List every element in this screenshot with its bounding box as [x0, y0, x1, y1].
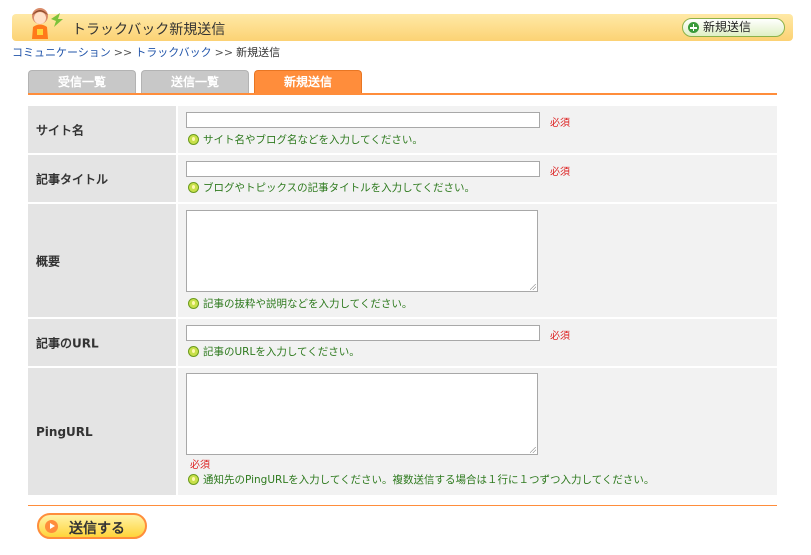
ping-url-label: PingURL [28, 368, 176, 495]
ping-url-hint: 通知先のPingURLを入力してください。複数送信する場合は１行に１つずつ入力し… [188, 472, 654, 487]
required-badge: 必須 [190, 460, 210, 471]
tab-new-send[interactable]: 新規送信 [254, 70, 362, 94]
article-title-label: 記事タイトル [28, 155, 176, 202]
article-url-hint: 記事のURLを入力してください。 [188, 344, 360, 359]
required-badge: 必須 [550, 118, 570, 129]
summary-hint: 記事の抜粋や説明などを入力してください。 [188, 296, 412, 311]
new-send-button-label: 新規送信 [703, 20, 752, 34]
breadcrumb-current: 新規送信 [236, 46, 281, 59]
tab-received-list[interactable]: 受信一覧 [28, 70, 136, 94]
breadcrumb-communication[interactable]: コミュニケーション [12, 46, 111, 59]
form-row-article-title: 記事タイトル 必須 ブログやトピックスの記事タイトルを入力してください。 [28, 155, 777, 202]
site-name-input[interactable] [186, 112, 540, 128]
breadcrumb-trackback[interactable]: トラックバック [135, 46, 211, 59]
tab-divider [28, 93, 777, 95]
site-name-label: サイト名 [28, 106, 176, 153]
page-header: トラックバック新規送信 新規送信 [12, 8, 793, 41]
summary-label: 概要 [28, 204, 176, 317]
article-url-label: 記事のURL [28, 319, 176, 366]
article-title-input[interactable] [186, 161, 540, 177]
lightbulb-icon [188, 182, 199, 193]
form-bottom-divider [28, 505, 777, 506]
breadcrumb-separator: >> [214, 46, 234, 59]
required-badge: 必須 [550, 167, 570, 178]
lightbulb-icon [188, 474, 199, 485]
article-url-cell: 必須 記事のURLを入力してください。 [178, 319, 777, 366]
lightbulb-icon [188, 346, 199, 357]
page-title: トラックバック新規送信 [72, 22, 226, 38]
breadcrumb-separator: >> [113, 46, 133, 59]
new-send-button[interactable]: 新規送信 [682, 18, 785, 37]
article-title-hint: ブログやトピックスの記事タイトルを入力してください。 [188, 180, 475, 195]
send-button-label: 送信する [69, 521, 125, 537]
article-title-cell: 必須 ブログやトピックスの記事タイトルを入力してください。 [178, 155, 777, 202]
form-row-ping-url: PingURL 必須 通知先のPingURLを入力してください。複数送信する場合… [28, 368, 777, 495]
ping-url-textarea[interactable] [186, 373, 538, 455]
form-row-article-url: 記事のURL 必須 記事のURLを入力してください。 [28, 319, 777, 366]
summary-cell: 記事の抜粋や説明などを入力してください。 [178, 204, 777, 317]
plus-icon [688, 22, 699, 33]
send-button[interactable]: 送信する [37, 513, 147, 539]
required-badge: 必須 [550, 331, 570, 342]
breadcrumb: コミュニケーション >> トラックバック >> 新規送信 [12, 44, 280, 60]
form-row-summary: 概要 記事の抜粋や説明などを入力してください。 [28, 204, 777, 317]
article-url-input[interactable] [186, 325, 540, 341]
site-name-hint: サイト名やブログ名などを入力してください。 [188, 132, 423, 147]
form-row-site-name: サイト名 必須 サイト名やブログ名などを入力してください。 [28, 106, 777, 153]
mascot-icon [32, 8, 63, 39]
play-arrow-icon [45, 520, 58, 533]
summary-textarea[interactable] [186, 210, 538, 292]
site-name-cell: 必須 サイト名やブログ名などを入力してください。 [178, 106, 777, 153]
lightbulb-icon [188, 134, 199, 145]
tab-sent-list[interactable]: 送信一覧 [141, 70, 249, 94]
ping-url-cell: 必須 通知先のPingURLを入力してください。複数送信する場合は１行に１つずつ… [178, 368, 777, 495]
lightbulb-icon [188, 298, 199, 309]
